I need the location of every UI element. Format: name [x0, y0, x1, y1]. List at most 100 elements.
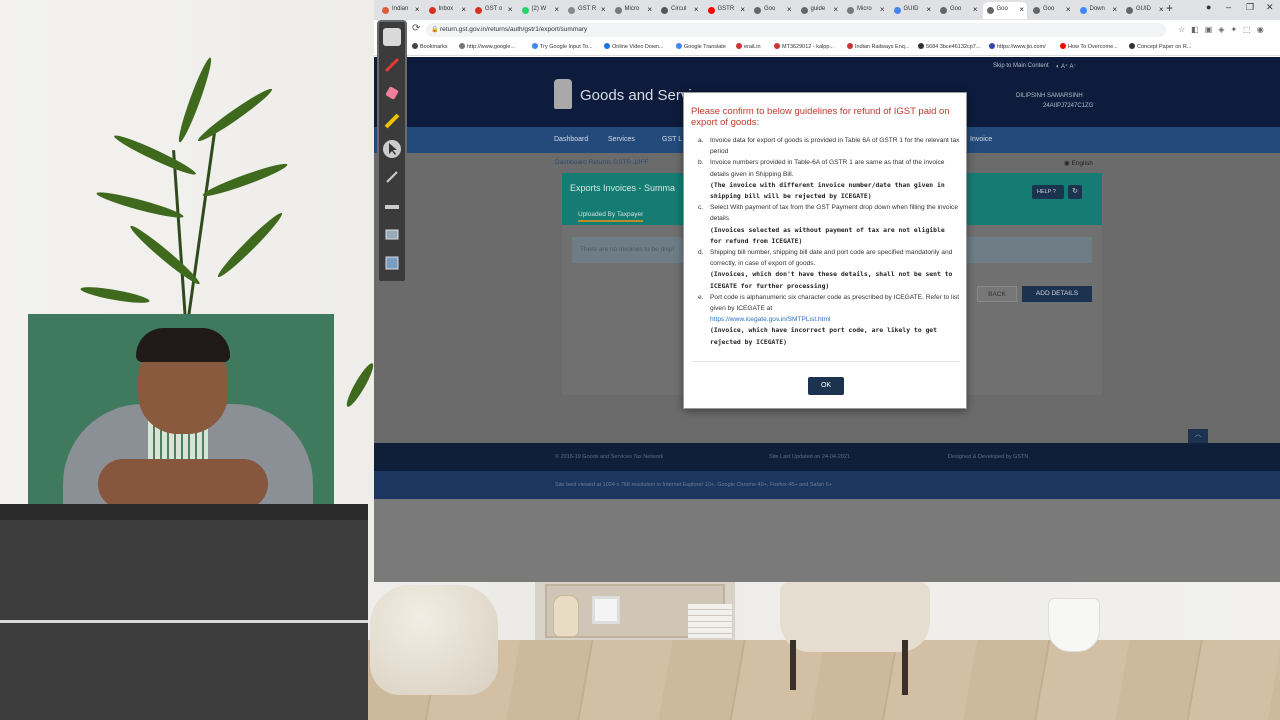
scroll-top-icon[interactable]: ︿	[1188, 429, 1208, 443]
browser-tab[interactable]: GUID ×	[890, 2, 935, 19]
tab-close-icon[interactable]: ×	[415, 5, 420, 14]
bookmark-label: Concept Paper on R...	[1137, 44, 1192, 50]
nav-invoice[interactable]: Invoice	[970, 136, 992, 143]
page-empty-area	[374, 499, 1280, 582]
refresh-icon[interactable]: ↻	[1068, 185, 1082, 199]
browser-tab[interactable]: Down ×	[1076, 2, 1121, 19]
brush-icon[interactable]	[383, 168, 401, 186]
browser-tab[interactable]: GSTR ×	[704, 2, 749, 19]
user-gstin: 24AIIPJ7247C1ZG	[1043, 103, 1094, 109]
item-marker: a.	[698, 137, 704, 144]
tab-close-icon[interactable]: ×	[554, 5, 559, 14]
guideline-item: c. Select With payment of tax from the G…	[698, 202, 960, 247]
new-tab-button[interactable]: +	[1166, 1, 1173, 15]
nav-gst-law[interactable]: GST L	[662, 136, 682, 143]
browser-tab[interactable]: GST R ×	[564, 2, 609, 19]
reload-icon[interactable]: ⟳	[412, 23, 420, 34]
browser-tab[interactable]: Goo ×	[1029, 2, 1074, 19]
language-selector[interactable]: ◉ English	[1064, 159, 1093, 167]
user-name[interactable]: DILIPSINH SAMARSINH	[1016, 93, 1083, 99]
tab-close-icon[interactable]: ×	[461, 5, 466, 14]
tab-close-icon[interactable]: ×	[508, 5, 513, 14]
bookmark-icon	[532, 43, 538, 49]
browser-tab[interactable]: Goo ×	[750, 2, 795, 19]
tab-close-icon[interactable]: ×	[1159, 5, 1164, 14]
browser-tab[interactable]: Micro ×	[843, 2, 888, 19]
browser-tab[interactable]: GST o ×	[471, 2, 516, 19]
bookmark-item[interactable]: Try Google Input To...	[532, 43, 593, 50]
bookmark-item[interactable]: 5684 3bce46132cp7...	[918, 43, 980, 50]
tab-close-icon[interactable]: ×	[833, 5, 838, 14]
back-button[interactable]: BACK	[977, 286, 1017, 302]
ok-button[interactable]: OK	[808, 377, 844, 395]
pointer-icon[interactable]	[383, 140, 401, 158]
help-button[interactable]: HELP ?	[1032, 185, 1064, 199]
bookmark-item[interactable]: How To Overcome...	[1060, 43, 1118, 50]
bookmark-label: Bookmarks	[420, 44, 448, 50]
tab-close-icon[interactable]: ×	[740, 5, 745, 14]
ruler-icon[interactable]	[383, 198, 401, 216]
bookmark-icon	[412, 43, 418, 49]
bookmark-item[interactable]: Indian Railways Enq...	[847, 43, 909, 50]
tab-close-icon[interactable]: ×	[1019, 5, 1024, 14]
icegate-link[interactable]: https://www.icegate.gov.in/SMTPList.html	[710, 314, 960, 325]
browser-tab[interactable]: Goo ×	[936, 2, 981, 19]
bookmark-item[interactable]: http://www.google...	[459, 43, 515, 50]
browser-tab[interactable]: (2) W ×	[518, 2, 563, 19]
plant-pot	[1048, 598, 1100, 652]
browser-tab[interactable]: Goo ×	[982, 2, 1027, 19]
nav-dashboard[interactable]: Dashboard	[554, 136, 588, 143]
pen-icon[interactable]	[383, 56, 401, 74]
tab-close-icon[interactable]: ×	[787, 5, 792, 14]
eraser-icon[interactable]	[383, 84, 401, 102]
tab-favicon-icon	[614, 7, 622, 14]
browser-tab[interactable]: guide ×	[797, 2, 842, 19]
tab-close-icon[interactable]: ×	[694, 5, 699, 14]
item-text: Invoice numbers provided in Table-6A of …	[710, 159, 945, 178]
close-window-icon[interactable]: ✕	[1266, 2, 1274, 13]
bookmark-item[interactable]: Concept Paper on R...	[1129, 43, 1191, 50]
tab-bar: + ● – ❐ ✕ Indian × Inbox × GST o × (2) W × GST R…	[374, 0, 1280, 20]
tab-uploaded-by-taxpayer[interactable]: Uploaded By Taxpayer	[578, 211, 644, 222]
tab-close-icon[interactable]: ×	[1066, 5, 1071, 14]
extension-icons[interactable]: ☆◧▣◈✦⬚◉	[1178, 25, 1270, 34]
tab-label: (2) W	[531, 6, 547, 12]
browser-tab[interactable]: Circul ×	[657, 2, 702, 19]
tab-close-icon[interactable]: ×	[647, 5, 652, 14]
add-details-button[interactable]: ADD DETAILS	[1022, 286, 1092, 302]
url-field[interactable]: 🔒 return.gst.gov.in/returns/auth/gstr1/e…	[426, 23, 1166, 37]
bookmark-icon	[989, 43, 995, 49]
breadcrumb[interactable]: Dashboard Returns GSTR-1/IFF	[555, 159, 649, 166]
bookmark-item[interactable]: eraiLin	[736, 43, 761, 50]
browser-tab[interactable]: Indian ×	[378, 2, 423, 19]
maximize-icon[interactable]: ❐	[1246, 2, 1254, 13]
minimize-icon[interactable]: –	[1226, 2, 1231, 12]
bookmark-label: Google Translate	[684, 44, 726, 50]
tab-label: GSTR	[717, 6, 735, 12]
bookmark-item[interactable]: MT3629012 - kalpp...	[774, 43, 834, 50]
browser-tab[interactable]: GUID ×	[1122, 2, 1167, 19]
font-size-icons[interactable]: ◐ A⁺ A⁻	[1056, 63, 1077, 70]
tab-close-icon[interactable]: ×	[926, 5, 931, 14]
capture-icon[interactable]	[383, 254, 401, 272]
profile-icon[interactable]: ●	[1206, 2, 1211, 12]
skip-link[interactable]: Skip to Main Content	[993, 63, 1049, 69]
tab-label: Goo	[996, 6, 1008, 12]
whiteboard-icon[interactable]	[383, 28, 401, 46]
screen-icon[interactable]	[383, 226, 401, 244]
bookmark-item[interactable]: Google Translate	[676, 43, 726, 50]
browser-tab[interactable]: Inbox ×	[425, 2, 470, 19]
tab-close-icon[interactable]: ×	[973, 5, 978, 14]
bookmark-item[interactable]: https://www.jio.com/	[989, 43, 1046, 50]
tab-close-icon[interactable]: ×	[601, 5, 606, 14]
nav-services[interactable]: Services	[608, 136, 635, 143]
bookmark-item[interactable]: Online Video Down...	[604, 43, 664, 50]
tab-close-icon[interactable]: ×	[1112, 5, 1117, 14]
footer-updated: Site Last Updated on 24-04-2021	[769, 454, 851, 460]
highlighter-icon[interactable]	[383, 112, 401, 130]
bookmark-item[interactable]: Bookmarks	[412, 43, 448, 50]
tab-close-icon[interactable]: ×	[880, 5, 885, 14]
language-label: English	[1071, 160, 1093, 167]
browser-tab[interactable]: Micro ×	[611, 2, 656, 19]
annotation-toolbar	[377, 20, 407, 283]
